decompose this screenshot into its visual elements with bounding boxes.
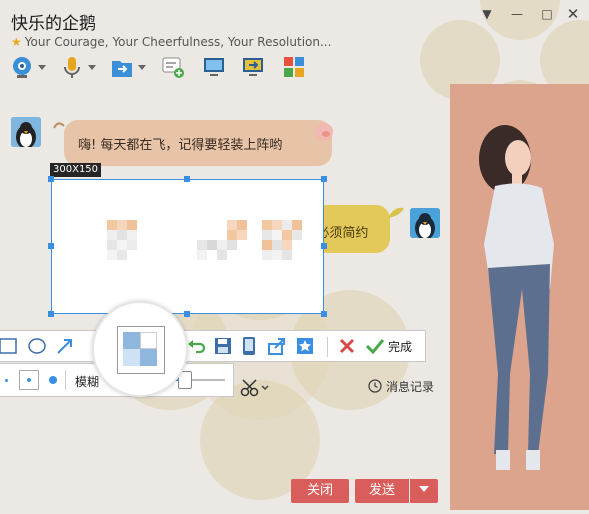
group-chat-icon[interactable] — [161, 55, 185, 79]
done-label: 完成 — [388, 340, 413, 354]
mosaic-tool-icon — [117, 326, 165, 374]
video-call-dropdown-icon[interactable] — [38, 65, 46, 70]
rectangle-tool-icon[interactable] — [0, 336, 19, 356]
clock-icon — [368, 379, 382, 393]
character-illustration — [479, 125, 554, 470]
arrow-tool-icon[interactable] — [55, 336, 75, 356]
cancel-icon[interactable] — [337, 336, 357, 356]
voice-call-dropdown-icon[interactable] — [88, 65, 96, 70]
app-center-icon[interactable] — [282, 55, 306, 79]
received-message-bubble: 嗨! 每天都在飞，记得要轻装上阵哟 — [64, 120, 333, 166]
brush-size-small[interactable] — [5, 379, 8, 382]
bubble-tail-icon — [53, 122, 65, 129]
resize-handle-left[interactable] — [48, 243, 54, 249]
maximize-button[interactable]: □ — [537, 5, 557, 23]
file-transfer-dropdown-icon[interactable] — [138, 65, 146, 70]
screenshot-selection[interactable] — [51, 179, 324, 314]
close-window-button[interactable]: ✕ — [563, 5, 583, 23]
resize-handle-bottom-left[interactable] — [48, 311, 54, 317]
mosaic-tool-magnifier[interactable] — [92, 301, 188, 397]
send-button[interactable]: 发送 — [355, 479, 409, 503]
toolbar-divider — [327, 337, 328, 357]
blur-label: 模糊 — [75, 375, 100, 389]
leaf-decoration-icon — [388, 207, 404, 218]
my-avatar[interactable] — [410, 208, 440, 238]
message-history-link[interactable]: 消息记录 — [368, 378, 434, 395]
brush-size-medium[interactable] — [19, 370, 39, 390]
resize-handle-bottom-right[interactable] — [321, 311, 327, 317]
file-transfer-icon[interactable] — [110, 55, 134, 79]
contact-name: 快乐的企鹅 — [11, 14, 96, 34]
mosaic-cell — [107, 220, 117, 230]
menu-arrow-icon[interactable]: ▼ — [477, 5, 497, 23]
save-icon[interactable] — [213, 336, 233, 356]
ellipse-tool-icon[interactable] — [27, 336, 47, 356]
share-screen-icon[interactable] — [241, 55, 265, 79]
video-call-icon[interactable] — [10, 55, 34, 79]
screenshot-edit-toolbar: 完成 — [0, 330, 426, 362]
resize-handle-top[interactable] — [184, 176, 190, 182]
pig-decoration-icon — [315, 123, 333, 141]
resize-handle-right[interactable] — [321, 243, 327, 249]
undo-icon[interactable] — [187, 336, 207, 356]
contact-signature: ★ Your Courage, Your Cheerfulness, Your R… — [11, 35, 331, 49]
voice-call-icon[interactable] — [60, 55, 84, 79]
share-icon[interactable] — [267, 336, 287, 356]
close-button[interactable]: 关闭 — [291, 479, 349, 503]
remote-desktop-icon[interactable] — [202, 55, 226, 79]
send-to-phone-icon[interactable] — [239, 336, 259, 356]
received-message-text: 嗨! 每天都在飞，记得要轻装上阵哟 — [78, 138, 283, 153]
contact-avatar[interactable] — [11, 117, 41, 147]
check-icon — [365, 339, 385, 355]
history-label: 消息记录 — [386, 380, 435, 394]
screenshot-scissors-icon[interactable] — [240, 378, 270, 398]
resize-handle-bottom[interactable] — [184, 311, 190, 317]
resize-handle-top-right[interactable] — [321, 176, 327, 182]
signature-text: Your Courage, Your Cheerfulness, Your Re… — [24, 35, 332, 49]
contact-show-panel — [450, 84, 589, 510]
options-divider — [65, 370, 66, 390]
send-options-button[interactable] — [410, 479, 438, 503]
brush-size-large[interactable] — [49, 376, 57, 384]
resize-handle-top-left[interactable] — [48, 176, 54, 182]
selection-size-label: 300X150 — [50, 163, 102, 177]
minimize-button[interactable]: — — [507, 5, 527, 23]
star-icon: ★ — [11, 35, 22, 49]
favorite-icon[interactable] — [295, 336, 315, 356]
chevron-down-icon — [419, 486, 429, 492]
